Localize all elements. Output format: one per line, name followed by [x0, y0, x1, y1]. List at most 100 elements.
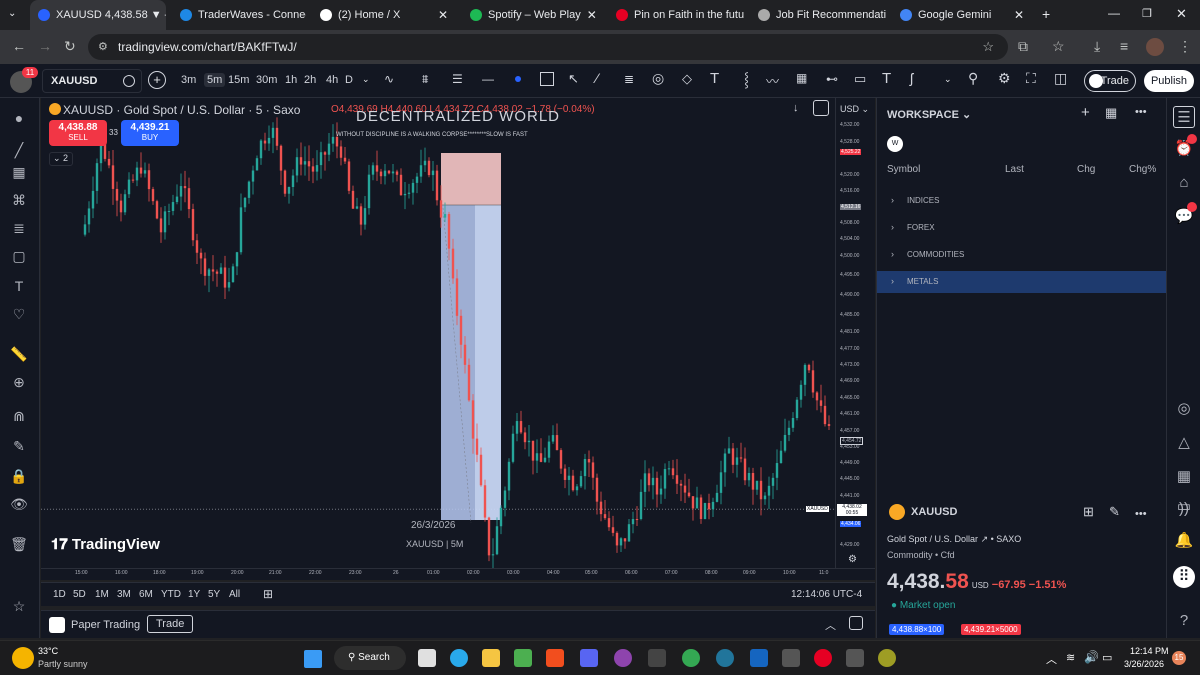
- indicators-icon[interactable]: ⩩: [422, 72, 428, 87]
- measure-icon[interactable]: ⊷: [826, 72, 838, 86]
- timeframe-4h[interactable]: 4h: [326, 74, 338, 86]
- forward-icon[interactable]: →: [38, 38, 52, 54]
- price-range-icon[interactable]: ▦: [796, 71, 807, 85]
- bookmark-star-icon[interactable]: ☆: [982, 34, 994, 60]
- notification-count[interactable]: 15: [1172, 651, 1186, 665]
- lock-icon[interactable]: 🔒: [9, 466, 29, 486]
- vertical-line-icon[interactable]: ⸾: [744, 70, 749, 89]
- tab-close-icon[interactable]: ✕: [581, 8, 597, 22]
- timeframe-30m[interactable]: 30m: [256, 74, 277, 86]
- range-all[interactable]: All: [229, 589, 240, 600]
- rectangle-tool-icon[interactable]: [540, 72, 554, 86]
- range-3m[interactable]: 3M: [117, 589, 131, 600]
- snapshot-icon[interactable]: ◫: [1054, 70, 1067, 87]
- browser-tab[interactable]: Job Fit Recommendati✕: [750, 0, 886, 30]
- timeframe-d[interactable]: D: [345, 74, 353, 86]
- eraser-icon[interactable]: ◇: [682, 71, 692, 87]
- trendline-icon[interactable]: ⁄: [596, 70, 598, 86]
- axis-settings-icon[interactable]: ⚙: [848, 554, 857, 565]
- details-more-icon[interactable]: •••: [1135, 508, 1147, 520]
- taskbar-search[interactable]: ⚲ Search: [334, 646, 406, 670]
- wordpress-icon[interactable]: [716, 649, 734, 667]
- projection-tool-icon[interactable]: ▢: [9, 246, 29, 266]
- figma-icon[interactable]: [546, 649, 564, 667]
- trendline-tool-icon[interactable]: ╱: [9, 140, 29, 160]
- external-link-icon[interactable]: ↗ •: [981, 534, 997, 544]
- wifi-icon[interactable]: ≋: [1066, 651, 1075, 664]
- telegram-icon[interactable]: [450, 649, 468, 667]
- publish-button[interactable]: Publish: [1144, 70, 1194, 92]
- streams-icon[interactable]: )): [1173, 498, 1195, 520]
- add-symbol-icon[interactable]: +: [1081, 104, 1090, 121]
- dot-icon[interactable]: [515, 76, 521, 82]
- cursor-icon[interactable]: ↖: [568, 71, 579, 87]
- brush-icon[interactable]: ʃ: [910, 70, 913, 86]
- time-axis[interactable]: 15:00 16:00 18:00 19:00 20:00 21:00 22:00 23:00…: [41, 568, 875, 580]
- close-window-button[interactable]: ✕: [1176, 6, 1187, 22]
- fullscreen-icon[interactable]: ⛶: [1026, 70, 1036, 87]
- compare-add-icon[interactable]: +: [148, 71, 166, 89]
- store-icon[interactable]: [514, 649, 532, 667]
- chart-canvas[interactable]: XAUUSD · Gold Spot / U.S. Dollar · 5 · S…: [41, 98, 835, 568]
- workspace-menu[interactable]: WORKSPACE ⌄: [887, 108, 971, 121]
- eye-icon[interactable]: 👁: [9, 494, 29, 514]
- tray-chevron-icon[interactable]: ︿: [1046, 651, 1057, 667]
- watchlist-group-indices[interactable]: › INDICES: [877, 190, 1166, 212]
- price-axis[interactable]: USD ⌄ 4,532.00 4,528.00 4,525.22 4,520.00 4,…: [806, 98, 875, 568]
- symbol-search-button[interactable]: XAUUSD: [42, 69, 142, 93]
- data-window-icon[interactable]: ⌂: [1173, 172, 1195, 194]
- timeframe-2h[interactable]: 2h: [304, 74, 316, 86]
- goto-date-icon[interactable]: ⊞: [263, 587, 273, 601]
- favorite-star-icon[interactable]: ☆: [9, 596, 29, 616]
- buy-button[interactable]: 4,439.21 BUY: [121, 120, 179, 146]
- text-tool-left-icon[interactable]: T: [9, 276, 29, 296]
- range-ytd[interactable]: YTD: [161, 589, 181, 600]
- fib-icon[interactable]: ≣: [624, 72, 634, 86]
- media-icon[interactable]: ≡: [1120, 38, 1128, 54]
- advanced-view-icon[interactable]: ▦: [1105, 105, 1117, 121]
- reload-icon[interactable]: ↻: [64, 38, 76, 55]
- sell-button[interactable]: 4,438.88 SELL: [49, 120, 107, 146]
- timeframe-3m[interactable]: 3m: [181, 74, 196, 86]
- range-6m[interactable]: 6M: [139, 589, 153, 600]
- zoom-in-icon[interactable]: ⊕: [9, 372, 29, 392]
- cursor-dot-icon[interactable]: ●: [9, 108, 29, 128]
- watchlist-group-forex[interactable]: › FOREX: [877, 217, 1166, 239]
- restore-button[interactable]: ❐: [1142, 7, 1152, 20]
- ask-tag[interactable]: 4,439.21×5000: [961, 624, 1021, 635]
- ruler-icon[interactable]: 📏: [9, 344, 29, 364]
- browser-tab[interactable]: Spotify – Web Play ✕: [462, 0, 602, 30]
- paper-trading-label[interactable]: Paper Trading: [71, 619, 140, 631]
- details-symbol[interactable]: XAUUSD: [911, 506, 957, 518]
- circle-target-icon[interactable]: ◎: [652, 70, 664, 87]
- download-icon[interactable]: ⤓: [1094, 38, 1100, 55]
- ideas-icon[interactable]: △: [1173, 432, 1195, 454]
- bid-tag[interactable]: 4,438.88×100: [889, 624, 945, 635]
- browser-tab[interactable]: Google Gemini ✕: [892, 0, 1032, 30]
- collapse-panel-icon[interactable]: ︿: [825, 617, 836, 633]
- help-icon[interactable]: ?: [1173, 610, 1195, 632]
- range-1d[interactable]: 1D: [53, 589, 66, 600]
- text-tool-icon[interactable]: T: [710, 70, 719, 87]
- file-explorer-icon[interactable]: [482, 649, 500, 667]
- chrome-icon[interactable]: [682, 649, 700, 667]
- timeframe-15m[interactable]: 15m: [228, 74, 249, 86]
- timeframe-dropdown-icon[interactable]: ⌄: [362, 74, 370, 85]
- pattern-tool-icon[interactable]: ⌘: [9, 190, 29, 210]
- chart-type-icon[interactable]: ∿: [384, 72, 394, 86]
- bookmarks-icon[interactable]: ☆: [1052, 38, 1065, 55]
- range-1m[interactable]: 1M: [95, 589, 109, 600]
- app-icon-2[interactable]: [614, 649, 632, 667]
- watchlist-icon[interactable]: ☰: [1173, 106, 1195, 128]
- tab-close-icon[interactable]: ✕: [432, 8, 448, 22]
- minimize-button[interactable]: —: [1108, 6, 1120, 20]
- text-t-icon[interactable]: T: [882, 70, 891, 87]
- notifications-icon[interactable]: 🔔: [1173, 530, 1195, 552]
- taskbar-time[interactable]: 12:14 PM: [1130, 646, 1169, 656]
- browser-menu-icon[interactable]: ⋮: [1178, 38, 1192, 55]
- scroll-down-icon[interactable]: ↓: [793, 102, 799, 114]
- zoom-search-icon[interactable]: ⚲: [968, 70, 978, 87]
- watchlist-column-chg-pct[interactable]: Chg%: [1129, 164, 1156, 175]
- user-avatar[interactable]: 11: [10, 67, 38, 93]
- profile-avatar[interactable]: [1146, 38, 1164, 56]
